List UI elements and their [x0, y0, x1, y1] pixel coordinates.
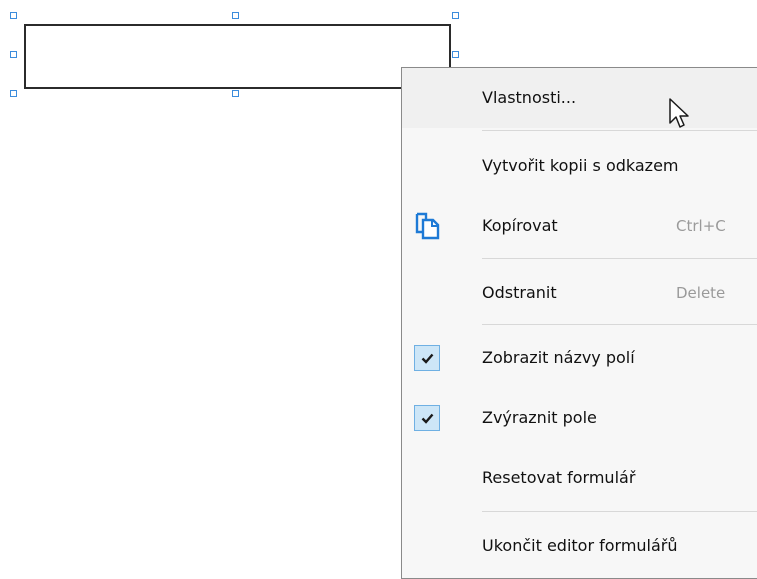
checkmark-icon — [414, 345, 440, 371]
menu-item-shortcut: Ctrl+C — [676, 217, 726, 235]
resize-handle-bottom-left[interactable] — [10, 90, 17, 97]
menu-item-copy[interactable]: Kopírovat Ctrl+C — [402, 196, 757, 256]
menu-item-create-linked-copy[interactable]: Vytvořit kopii s odkazem — [402, 136, 757, 196]
context-menu: Vlastnosti... Vytvořit kopii s odkazem K… — [401, 67, 757, 579]
menu-item-reset-form[interactable]: Resetovat formulář — [402, 448, 757, 508]
mouse-cursor-icon — [669, 98, 689, 128]
resize-handle-middle-left[interactable] — [10, 51, 17, 58]
menu-separator — [482, 258, 757, 259]
menu-item-label: Odstranit — [482, 283, 557, 302]
menu-item-label: Zvýraznit pole — [482, 408, 597, 427]
resize-handle-top-right[interactable] — [452, 12, 459, 19]
resize-handle-top-center[interactable] — [232, 12, 239, 19]
menu-item-exit-form-editor[interactable]: Ukončit editor formulářů — [402, 516, 757, 576]
menu-item-highlight-fields[interactable]: Zvýraznit pole — [402, 388, 757, 448]
checkmark-icon — [414, 405, 440, 431]
resize-handle-middle-right[interactable] — [452, 51, 459, 58]
menu-item-label: Resetovat formulář — [482, 468, 636, 487]
menu-separator — [482, 324, 757, 325]
selected-form-field[interactable] — [24, 24, 451, 89]
menu-separator — [482, 130, 757, 131]
menu-item-label: Kopírovat — [482, 216, 558, 235]
menu-item-label: Vlastnosti... — [482, 88, 577, 107]
menu-separator — [482, 511, 757, 512]
menu-item-label: Ukončit editor formulářů — [482, 536, 678, 555]
menu-item-label: Vytvořit kopii s odkazem — [482, 156, 679, 175]
copy-icon — [414, 212, 442, 240]
menu-item-shortcut: Delete — [676, 284, 726, 302]
menu-item-show-field-names[interactable]: Zobrazit názvy polí — [402, 328, 757, 388]
menu-item-label: Zobrazit názvy polí — [482, 348, 635, 367]
menu-item-properties[interactable]: Vlastnosti... — [402, 68, 757, 128]
resize-handle-top-left[interactable] — [10, 12, 17, 19]
menu-item-delete[interactable]: Odstranit Delete — [402, 263, 757, 323]
resize-handle-bottom-center[interactable] — [232, 90, 239, 97]
